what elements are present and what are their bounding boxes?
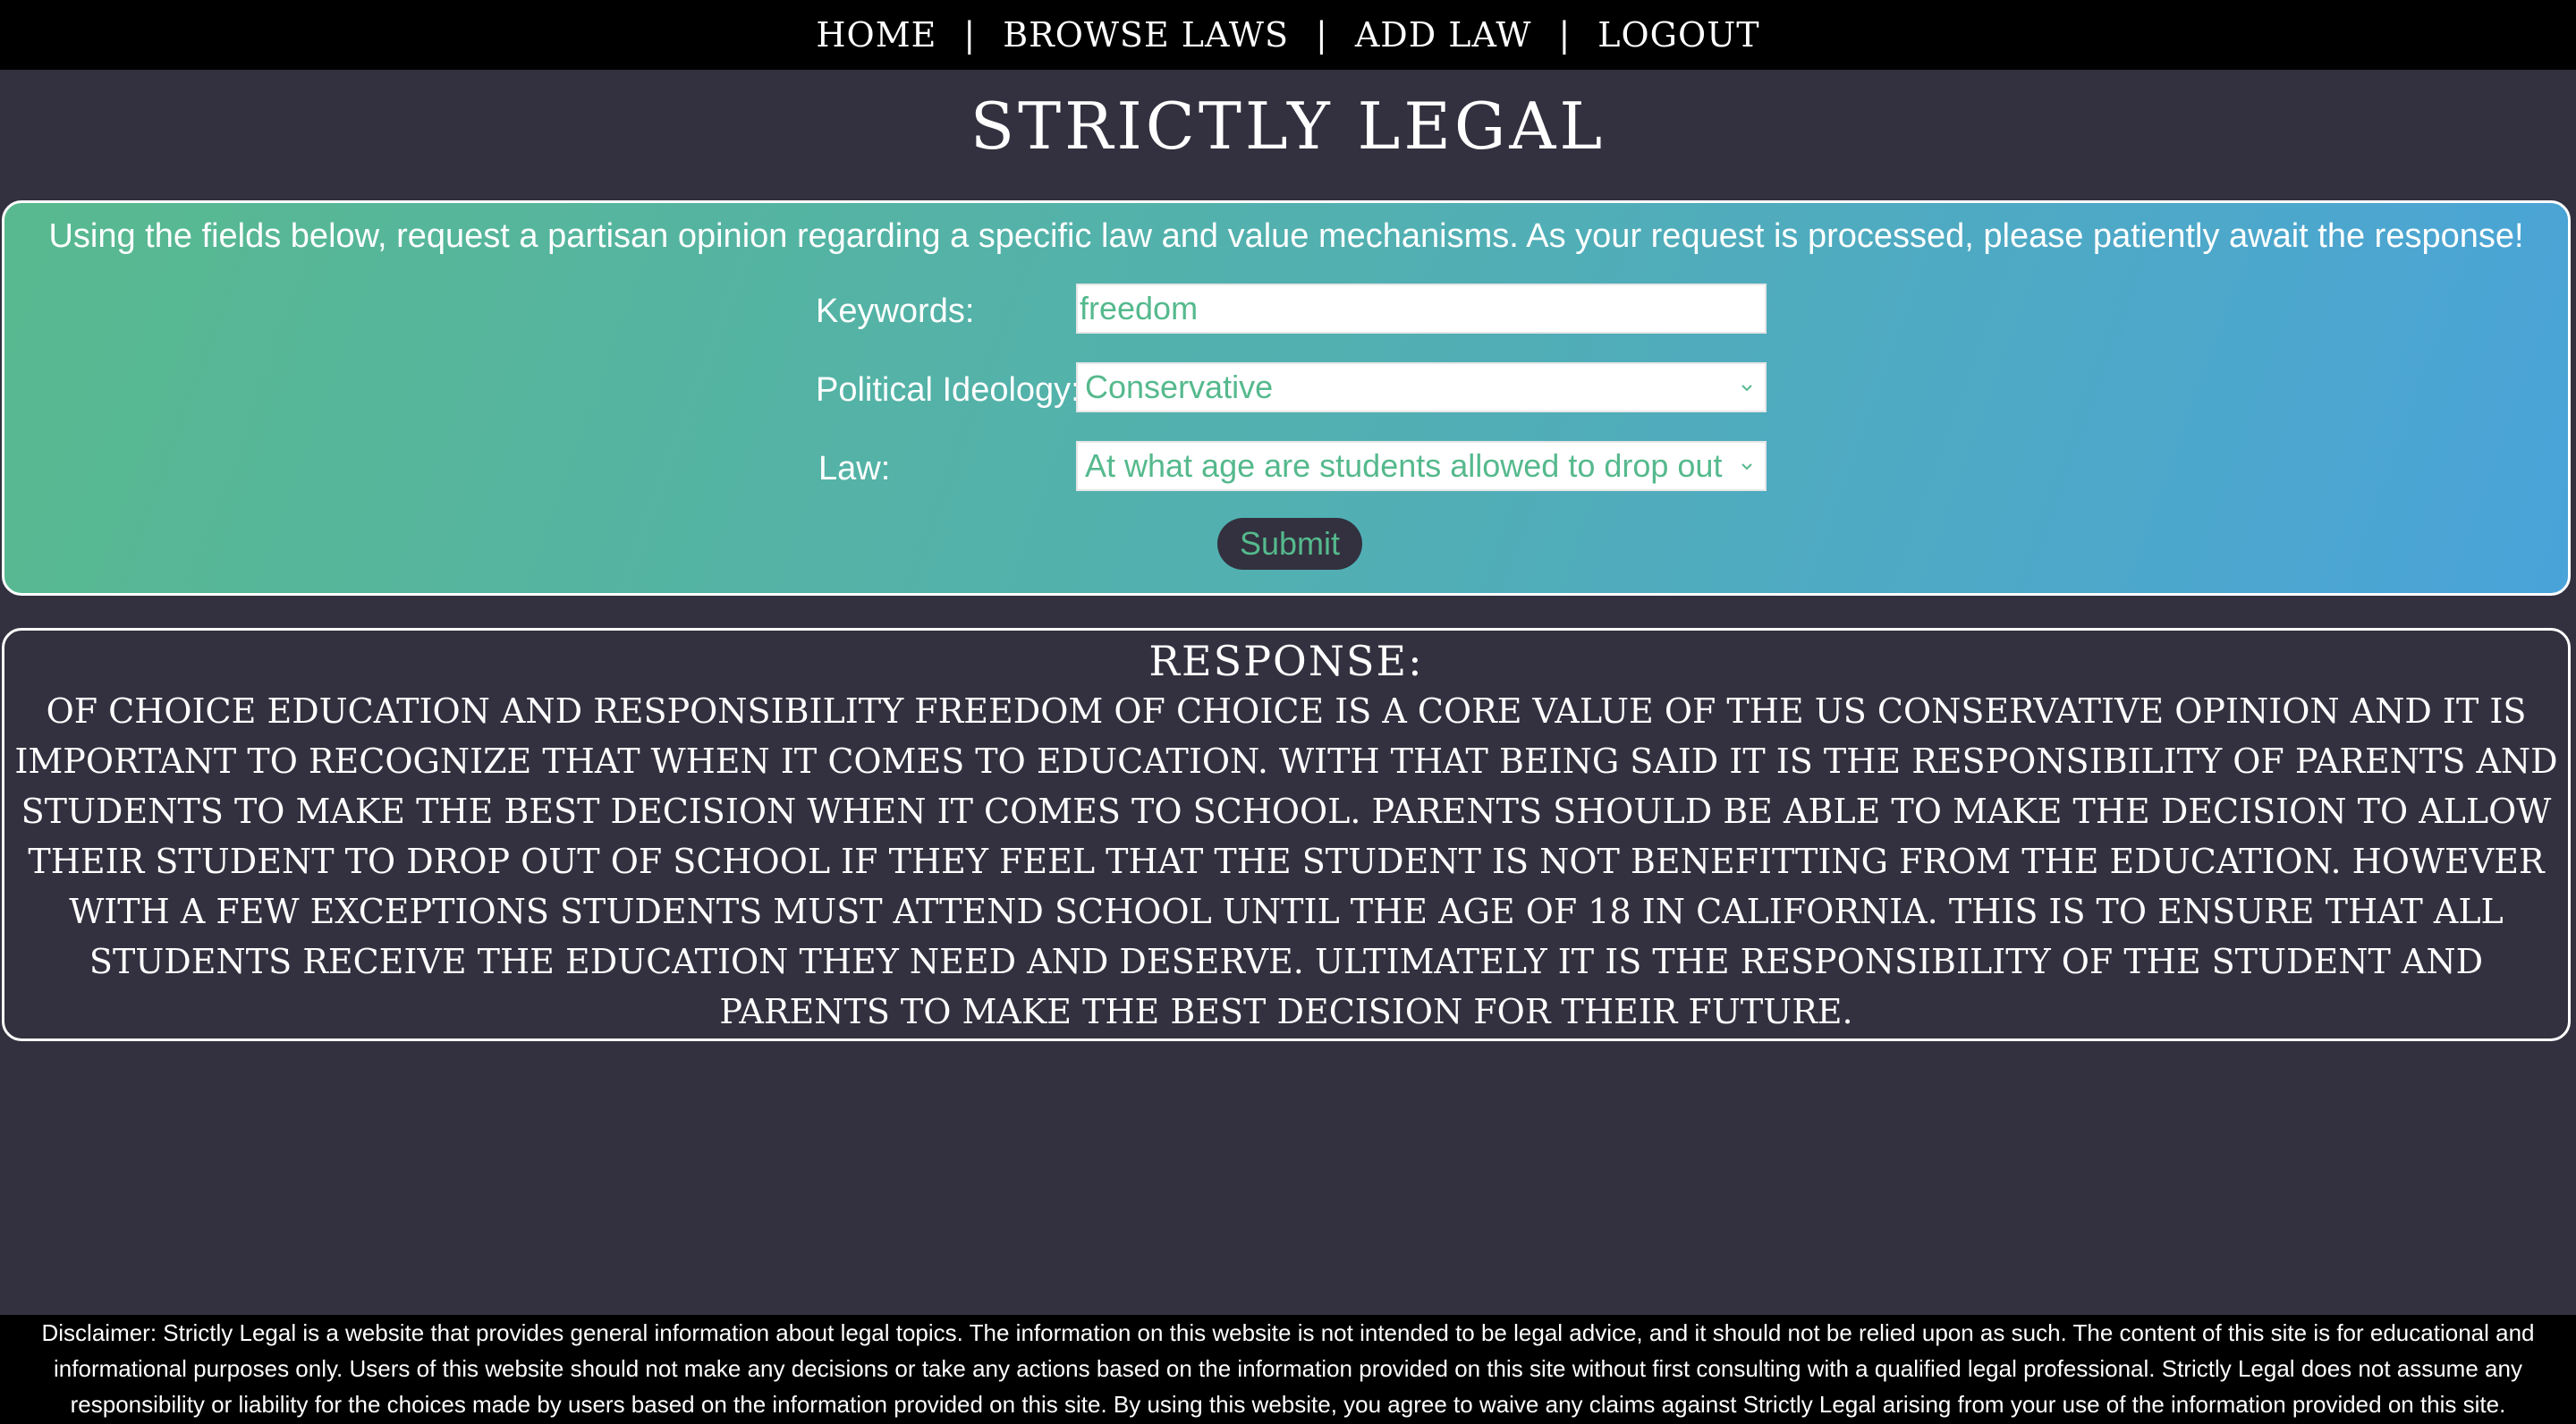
- form-instructions: Using the fields below, request a partis…: [48, 217, 2524, 255]
- request-form-panel: Using the fields below, request a partis…: [2, 200, 2571, 596]
- submit-button[interactable]: Submit: [1217, 518, 1362, 570]
- law-select[interactable]: At what age are students allowed to drop…: [1076, 441, 1767, 491]
- keywords-label: Keywords:: [816, 292, 975, 330]
- nav-logout-link[interactable]: LOGOUT: [1597, 15, 1759, 55]
- site-title: STRICTLY LEGAL: [970, 89, 1606, 164]
- response-heading: RESPONSE:: [1148, 637, 1424, 685]
- law-label: Law:: [818, 450, 891, 487]
- nav-separator: |: [1316, 15, 1328, 55]
- keywords-input[interactable]: [1076, 284, 1767, 334]
- disclaimer-text: Disclaimer: Strictly Legal is a website …: [41, 1319, 2535, 1418]
- law-selected: At what age are students allowed to drop…: [1085, 447, 1729, 484]
- political-ideology-select[interactable]: Conservative: [1076, 362, 1767, 412]
- chevron-down-icon: [1741, 385, 1752, 392]
- response-panel: RESPONSE: OF CHOICE EDUCATION AND RESPON…: [2, 628, 2571, 1041]
- disclaimer-footer: Disclaimer: Strictly Legal is a website …: [0, 1315, 2576, 1424]
- political-ideology-label: Political Ideology:: [816, 371, 1080, 409]
- response-text: OF CHOICE EDUCATION AND RESPONSIBILITY F…: [14, 691, 2558, 1031]
- nav-browse-laws-link[interactable]: BROWSE LAWS: [1003, 15, 1289, 55]
- nav-separator: |: [963, 15, 977, 55]
- top-navbar: HOME | BROWSE LAWS | ADD LAW | LOGOUT: [0, 0, 2576, 70]
- chevron-down-icon: [1741, 463, 1752, 470]
- nav-separator: |: [1558, 15, 1572, 55]
- political-ideology-selected: Conservative: [1085, 369, 1274, 405]
- nav-home-link[interactable]: HOME: [816, 15, 936, 55]
- nav-add-law-link[interactable]: ADD LAW: [1355, 15, 1532, 55]
